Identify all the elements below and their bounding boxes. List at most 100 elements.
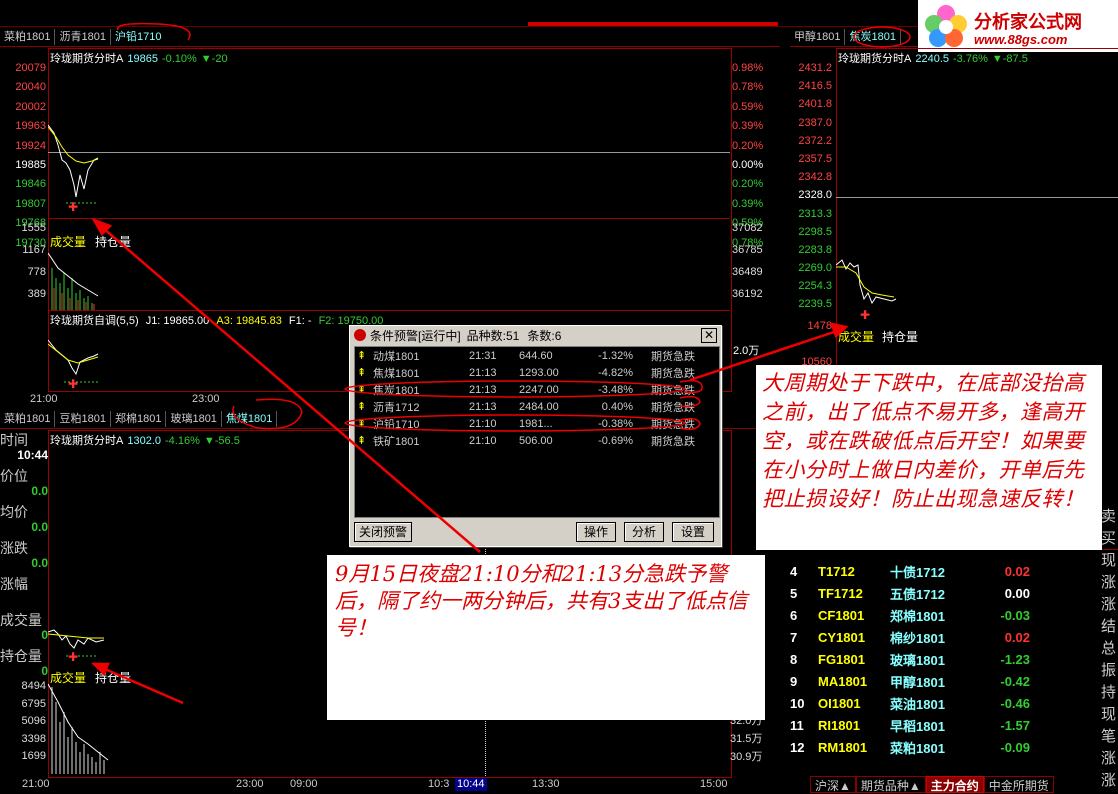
tab-jiaotan[interactable]: 焦炭1801	[845, 29, 901, 45]
tab-hushen[interactable]: 沪深▲	[810, 776, 856, 793]
side-char: 卖	[1101, 508, 1117, 525]
alert-title: 条件预警[运行中]	[370, 328, 461, 343]
chart3-chg: ▼-87.5	[991, 53, 1028, 65]
chart2-time-label: 10:3	[428, 778, 450, 790]
chart3-baseline	[836, 197, 1118, 198]
side-char: 持	[1101, 684, 1117, 701]
alert-row-pct: -4.82%	[598, 366, 633, 379]
alert-count: 品种数:51	[466, 328, 520, 343]
alert-row-arrow-icon: ⇞	[357, 401, 367, 413]
tab-caipo[interactable]: 菜粕1801	[0, 29, 56, 45]
chart2-title: 玲珑期货分时A 1302.0 -4.16% ▼-56.5	[50, 432, 240, 448]
table-row-code: MA1801	[818, 673, 868, 689]
table-row-pct: 0.00	[1004, 585, 1030, 601]
side-char: 涨	[1101, 574, 1117, 591]
table-row[interactable]: 9 MA1801 甲醇1801 -0.42	[790, 670, 1040, 692]
chart3-ylabel: 2387.0	[798, 116, 832, 129]
chart3-yaxis: 2431.2 2416.5 2401.8 2387.0 2372.2 2357.5 2342…	[786, 62, 832, 317]
alert-row[interactable]: ⇞ 沪铅1710 21:10 1981... -0.38% 期货急跌	[355, 415, 719, 432]
chart1-ylabel: 19885	[15, 158, 46, 171]
tab2-caipo[interactable]: 菜粕1801	[0, 411, 56, 427]
tab2-boli[interactable]: 玻璃1801	[166, 411, 222, 427]
side-char: 涨	[1101, 596, 1117, 613]
close-alert-button[interactable]: 关闭预警	[354, 522, 412, 542]
table-row[interactable]: 6 CF1801 郑棉1801 -0.03	[790, 604, 1040, 626]
chart2-price: 1302.0	[127, 435, 161, 447]
table-row[interactable]: 8 FG1801 玻璃1801 -1.23	[790, 648, 1040, 670]
tab-cffex[interactable]: 中金所期货	[983, 776, 1054, 793]
chart1-rlabel: 0.59%	[732, 100, 764, 113]
chart3-vol-label-0: 1478	[807, 320, 832, 332]
alert-row-name: 沥青1712	[373, 401, 420, 414]
table-row-code: FG1801	[818, 651, 865, 667]
chart1-vol-axis: 1555 1167 778 389	[2, 222, 46, 310]
alert-row-price: 1981...	[519, 417, 553, 430]
settings-button[interactable]: 设置	[672, 522, 714, 542]
table-row[interactable]: 4 T1712 十债1712 0.02	[790, 560, 1040, 582]
chart2-vol-label: 5096	[21, 715, 46, 727]
chart2-time-label: 21:00	[22, 778, 50, 790]
chart1-vol-label: 1167	[22, 244, 46, 256]
tab-main-contract[interactable]: 主力合约	[925, 776, 984, 793]
close-icon[interactable]: ✕	[701, 327, 717, 343]
chart2-time-label: 13:30	[532, 778, 560, 790]
alert-row[interactable]: ⇞ 沥青1712 21:13 2484.00 0.40% 期货急跌	[355, 398, 719, 415]
tab2-zhengmian[interactable]: 郑棉1801	[111, 411, 167, 427]
chart1-rlabel: 0.00%	[732, 158, 764, 171]
alert-row-time: 21:10	[469, 417, 497, 430]
chart1b-title-text: 玲珑期货自调(5,5)	[50, 315, 139, 327]
tab-futures-variety[interactable]: 期货品种▲	[855, 776, 926, 793]
chart3-signal-icon: ✚	[860, 308, 871, 322]
alert-row-type: 期货急跌	[651, 384, 695, 397]
chart2-info-key: 时间	[0, 432, 28, 448]
chart2-info-key: 价位	[0, 468, 28, 484]
alert-row[interactable]: ⇞ 铁矿1801 21:10 506.00 -0.69% 期货急跌	[355, 432, 719, 449]
chart2-vol-label: 1699	[21, 750, 46, 762]
table-row[interactable]: 11 RI1801 早稻1801 -1.57	[790, 714, 1040, 736]
chart1-oi-axis: 37082 36785 36489 36192	[732, 222, 763, 310]
chart1b-time-0: 21:00	[30, 393, 58, 405]
alert-row-price: 644.60	[519, 349, 553, 362]
table-row-name: 十债1712	[890, 564, 945, 580]
table-row-num: 12	[790, 739, 805, 755]
alert-cond: 条数:6	[527, 328, 562, 343]
chart1-rlabel: 0.98%	[732, 62, 764, 74]
alert-row-type: 期货急跌	[651, 418, 695, 431]
tab2-jiaomei[interactable]: 焦煤1801	[222, 411, 278, 427]
tab-liqing[interactable]: 沥青1801	[55, 29, 111, 45]
alert-row[interactable]: ⇞ 焦炭1801 21:13 2247.00 -3.48% 期货急跌	[355, 381, 719, 398]
chart3-title: 玲珑期货分时A 2240.5 -3.76% ▼-87.5	[838, 50, 1028, 66]
table-row-num: 9	[790, 673, 798, 689]
table-row[interactable]: 12 RM1801 菜粕1801 -0.09	[790, 736, 1040, 758]
table-row-pct: -0.03	[1000, 607, 1030, 623]
alert-row-pct: 0.40%	[601, 400, 633, 413]
table-row-code: CY1801	[818, 629, 865, 645]
chart1-ylabel: 19963	[15, 120, 46, 133]
operate-button[interactable]: 操作	[576, 522, 616, 542]
chart1-price: 19865	[127, 53, 158, 65]
chart1-ylabel: 19846	[15, 178, 46, 191]
tab-hulv[interactable]: 沪铅1710	[111, 29, 165, 45]
tab-jiachun[interactable]: 甲醇1801	[790, 29, 846, 45]
chart1-ylabel: 20002	[15, 100, 46, 113]
table-row[interactable]: 10 OI1801 菜油1801 -0.46	[790, 692, 1040, 714]
alert-row[interactable]: ⇞ 焦煤1801 21:13 1293.00 -4.82% 期货急跌	[355, 364, 719, 381]
table-row-code: RI1801	[818, 717, 860, 733]
analyze-button[interactable]: 分析	[624, 522, 664, 542]
chart3-ylabel: 2283.8	[798, 243, 832, 256]
chart1-oi-label: 37082	[732, 222, 763, 234]
table-row[interactable]: 5 TF1712 五债1712 0.00	[790, 582, 1040, 604]
alert-row-time: 21:31	[469, 349, 497, 362]
alert-row[interactable]: ⇞ 动煤1801 21:31 644.60 -1.32% 期货急跌	[355, 347, 719, 364]
chart3-ylabel: 2342.8	[798, 171, 832, 184]
table-row[interactable]: 7 CY1801 棉纱1801 0.02	[790, 626, 1040, 648]
chart2-info-key: 均价	[0, 504, 28, 520]
table-row-name: 棉纱1801	[890, 630, 945, 646]
alert-row-time: 21:13	[469, 366, 497, 379]
chart2-info-val: 0.0	[31, 556, 48, 570]
table-row-name: 菜粕1801	[890, 740, 945, 756]
alert-row-type: 期货急跌	[651, 401, 695, 414]
tab2-doupo[interactable]: 豆粕1801	[55, 411, 111, 427]
alert-row-arrow-icon: ⇞	[357, 418, 367, 430]
side-char: 涨	[1101, 772, 1117, 789]
